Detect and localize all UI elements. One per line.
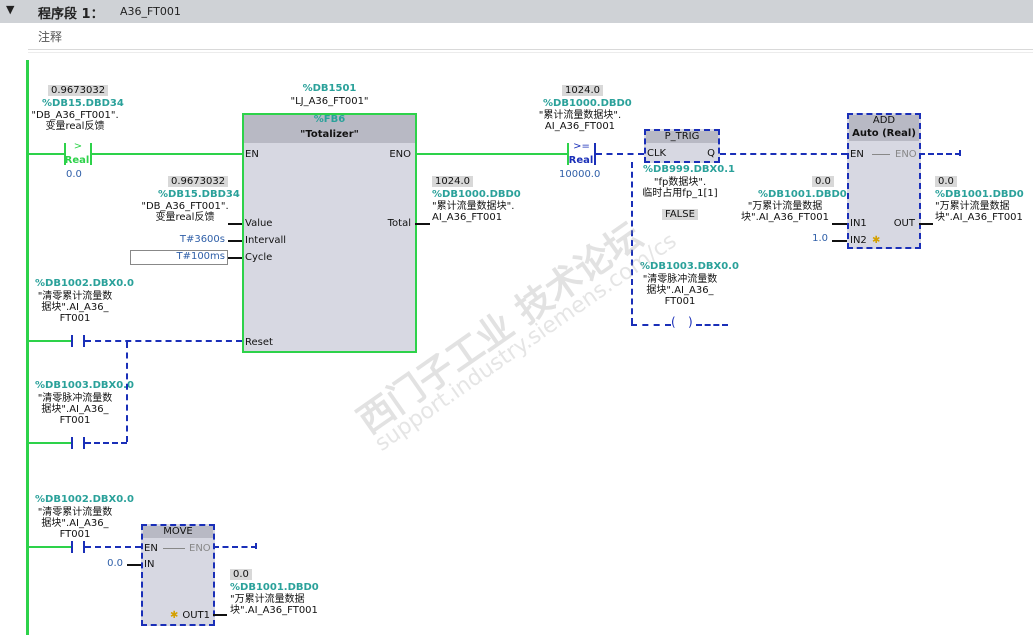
fb-instance-tag[interactable]: %DB1501 [242,83,417,94]
c1-type[interactable]: Real [62,155,92,166]
reset1-tag[interactable]: %DB1002.DBX0.0 [35,278,134,289]
move-in-val[interactable]: 0.0 [95,558,123,569]
move-out-tag[interactable]: %DB1001.DBD0 [230,582,319,593]
divider [28,49,1033,50]
collapse-arrow-icon[interactable]: ▼ [6,3,14,16]
add-out-pin: OUT [893,218,915,229]
fb-instance-name[interactable]: "LJ_A36_FT001" [242,96,417,107]
ptrig-tag[interactable]: %DB999.DBX0.1 [643,164,735,175]
reset2-contact[interactable] [71,437,73,449]
fb-value-tag[interactable]: %DB15.DBD34 [158,189,240,200]
fb-interval-val[interactable]: T#3600s [170,234,225,245]
row3-tag[interactable]: %DB1002.DBX0.0 [35,494,134,505]
move-out-name2[interactable]: 块".AI_A36_FT001 [230,605,318,616]
fb-eno-pin: ENO [389,149,411,160]
fb-total-tag[interactable]: %DB1000.DBD0 [432,189,521,200]
reset2-tag[interactable]: %DB1003.DBX0.0 [35,380,134,391]
fb-value-pin: Value [245,218,273,229]
move-out-val: 0.0 [230,569,252,580]
move-en-pin: EN [144,543,158,554]
coil-name3[interactable]: FT001 [625,296,735,307]
reset1-name3[interactable]: FT001 [20,313,130,324]
add-out-name[interactable]: "万累计流量数据 [935,201,1010,212]
reset2-name3[interactable]: FT001 [20,415,130,426]
fb-value-val: 0.9673032 [168,176,229,187]
move-out1-pin: OUT1 [182,610,210,621]
network-name[interactable]: A36_FT001 [120,5,181,18]
coil-left[interactable]: ( [671,316,676,328]
add-in1-tag[interactable]: %DB1001.DBD0 [758,189,847,200]
reset1-contact[interactable] [71,335,73,347]
add-title: ADD [872,115,896,126]
move-eno-pin: ENO [189,543,211,554]
network-comment[interactable]: 注释 [38,28,62,45]
move-in-pin: IN [144,559,155,570]
add-in1-val: 0.0 [812,176,834,187]
move-out-name[interactable]: "万累计流量数据 [230,594,305,605]
add-en-pin: EN [850,149,864,160]
reset1-name1[interactable]: "清零累计流量数 [20,291,130,302]
add-eno-pin: ENO [895,149,917,160]
power-rail [26,60,29,635]
fb-total-name[interactable]: "累计流量数据块". [432,201,514,212]
c1-operator: > [73,141,83,152]
move-title: MOVE [163,526,193,537]
add-in2-val[interactable]: 1.0 [800,233,828,244]
fb-total-val: 1024.0 [432,176,473,187]
reset2-name2[interactable]: 据块".AI_A36_ [20,404,130,415]
move-star-icon: ✱ [170,610,179,621]
c2-name[interactable]: "累计流量数据块". [525,110,635,121]
fb-total-pin: Total [387,218,411,229]
fb-en-pin: EN [245,149,259,160]
watermark-url: support.industry.siemens.com/cs [370,228,682,457]
c2-ref[interactable]: 10000.0 [559,169,600,180]
fb-value-name2[interactable]: 变量real反馈 [130,212,240,223]
ptrig-q-pin: Q [707,148,715,159]
divider [28,52,1033,53]
c2-name2[interactable]: AI_A36_FT001 [525,121,635,132]
ptrig-title: P_TRIG [664,131,700,142]
add-in1-pin: IN1 [850,218,867,229]
ptrig-state: FALSE [662,209,698,220]
c1-name[interactable]: "DB_A36_FT001". [20,110,130,121]
c2-operator: >= [573,141,590,152]
ptrig-clk-pin: CLK [647,148,667,159]
fb-cycle-val[interactable]: T#100ms [168,251,225,262]
fb-total-name2[interactable]: AI_A36_FT001 [432,212,502,223]
reset1-name2[interactable]: 据块".AI_A36_ [20,302,130,313]
c1-tag[interactable]: %DB15.DBD34 [42,98,124,109]
add-star-icon: ✱ [872,235,881,246]
ptrig-name1[interactable]: "fp数据块". [625,177,735,188]
row3-name2[interactable]: 据块".AI_A36_ [20,518,130,529]
fb-name: "Totalizer" [300,129,359,140]
c2-type[interactable]: Real [565,155,597,166]
row3-name1[interactable]: "清零累计流量数 [20,507,130,518]
c1-ref[interactable]: 0.0 [66,169,82,180]
fb-cycle-pin: Cycle [245,252,273,263]
add-in2-pin: IN2 [850,235,867,246]
reset2-name1[interactable]: "清零脉冲流量数 [20,393,130,404]
row3-name3[interactable]: FT001 [20,529,130,540]
add-in1-name2[interactable]: 块".AI_A36_FT001 [730,212,840,223]
add-out-name2[interactable]: 块".AI_A36_FT001 [935,212,1023,223]
wire-powered [92,153,244,155]
coil-right[interactable]: ) [688,316,693,328]
c1-name2[interactable]: 变量real反馈 [20,121,130,132]
row3-contact[interactable] [71,541,73,553]
c2-tag[interactable]: %DB1000.DBD0 [543,98,632,109]
add-out-val: 0.0 [935,176,957,187]
c2-value: 1024.0 [562,85,603,96]
ptrig-name2[interactable]: 临时占用fp_1[1] [625,188,735,199]
add-in1-name[interactable]: "万累计流量数据 [730,201,840,212]
network-title: 程序段 1： [38,7,104,22]
add-out-tag[interactable]: %DB1001.DBD0 [935,189,1024,200]
coil-name2[interactable]: 据块".AI_A36_ [625,285,735,296]
add-type[interactable]: Auto (Real) [849,128,919,139]
wire-powered [415,153,567,155]
fb-value-name[interactable]: "DB_A36_FT001". [130,201,240,212]
fb-interval-pin: Intervall [245,235,287,246]
c1-value: 0.9673032 [48,85,109,96]
fb-reset-pin: Reset [245,337,273,348]
fb-tag[interactable]: %FB6 [244,114,415,125]
